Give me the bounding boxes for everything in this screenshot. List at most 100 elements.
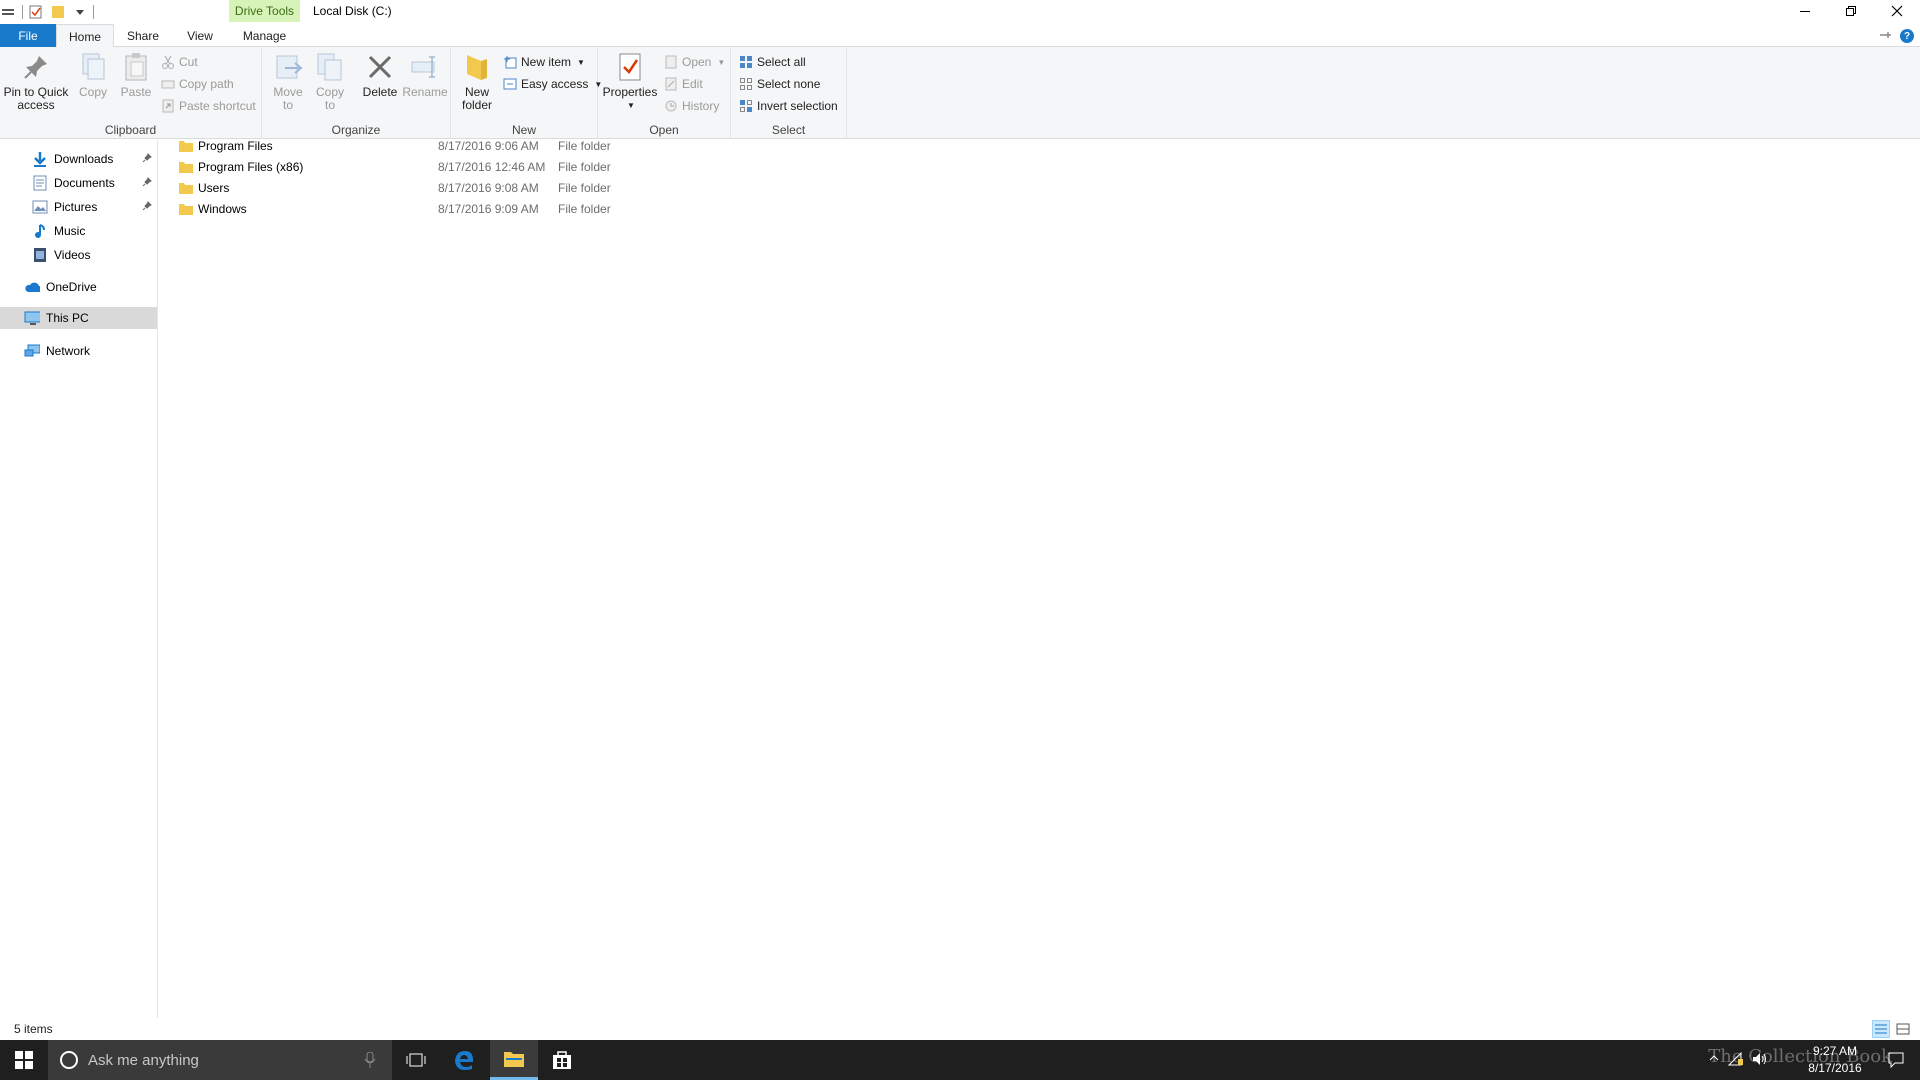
nav-item-this-pc[interactable]: This PC <box>0 307 157 329</box>
cortana-search-box[interactable]: Ask me anything <box>48 1040 392 1080</box>
minimize-ribbon-icon[interactable] <box>1878 28 1892 42</box>
copy-path-icon <box>161 77 175 91</box>
folder-icon <box>179 204 193 215</box>
nav-item-downloads[interactable]: Downloads <box>0 148 157 170</box>
new-folder-icon[interactable] <box>49 3 67 21</box>
pin-icon[interactable] <box>141 176 153 188</box>
action-center-icon[interactable] <box>1888 1052 1904 1071</box>
paste-label: Paste <box>120 85 152 99</box>
customize-toolbar-icon[interactable] <box>71 3 89 21</box>
pin-label: Pin to Quick access <box>3 85 69 112</box>
open-label: Open <box>682 55 712 69</box>
file-type: File folder <box>558 202 611 216</box>
start-button[interactable] <box>0 1040 48 1080</box>
edit-label: Edit <box>682 77 703 91</box>
list-item[interactable]: Windows 8/17/2016 9:09 AM File folder <box>170 199 810 219</box>
nav-label-documents: Documents <box>54 176 115 190</box>
file-date: 8/17/2016 12:46 AM <box>438 160 546 174</box>
open-button[interactable]: Open ▼ <box>664 52 725 72</box>
nav-item-documents[interactable]: Documents <box>0 172 157 194</box>
show-hidden-icons-chevron[interactable] <box>1708 1052 1720 1067</box>
tab-view[interactable]: View <box>175 24 225 47</box>
documents-icon <box>32 175 48 191</box>
task-view-button[interactable] <box>392 1040 440 1080</box>
rename-button[interactable]: Rename <box>402 51 448 99</box>
task-view-icon <box>406 1053 426 1067</box>
nav-item-onedrive[interactable]: OneDrive <box>0 276 157 298</box>
cut-button[interactable]: Cut <box>161 52 198 72</box>
edge-browser-button[interactable] <box>440 1040 488 1080</box>
file-type: File folder <box>558 181 611 195</box>
copy-to-button[interactable]: Copy to <box>312 51 348 112</box>
tab-manage[interactable]: Manage <box>229 24 300 47</box>
copy-button[interactable]: Copy <box>78 51 108 99</box>
properties-button[interactable]: Properties ▼ <box>602 51 658 112</box>
file-type: File folder <box>558 160 611 174</box>
select-all-label: Select all <box>757 55 806 69</box>
new-folder-button[interactable]: New folder <box>457 51 497 112</box>
properties-icon[interactable] <box>27 3 45 21</box>
title-bar: Drive Tools Local Disk (C:) <box>0 0 1920 24</box>
store-taskbar-button[interactable] <box>538 1040 586 1080</box>
minimize-button[interactable] <box>1782 0 1828 22</box>
nav-item-music[interactable]: Music <box>0 220 157 242</box>
item-count: 5 items <box>14 1022 53 1036</box>
file-explorer-icon <box>504 1051 524 1067</box>
paste-shortcut-icon <box>161 99 175 113</box>
help-icon[interactable]: ? <box>1900 29 1914 43</box>
tab-share[interactable]: Share <box>118 24 168 47</box>
close-button[interactable] <box>1874 0 1920 22</box>
store-bag-icon <box>553 1051 571 1069</box>
list-item[interactable]: Users 8/17/2016 9:08 AM File folder <box>170 178 810 198</box>
select-none-button[interactable]: Select none <box>739 74 820 94</box>
paste-shortcut-button[interactable]: Paste shortcut <box>161 96 256 116</box>
delete-button[interactable]: Delete <box>360 51 400 99</box>
file-explorer-taskbar-button[interactable] <box>490 1040 538 1080</box>
copy-path-button[interactable]: Copy path <box>161 74 234 94</box>
list-item[interactable]: Program Files 8/17/2016 9:06 AM File fol… <box>170 136 810 156</box>
cortana-icon <box>60 1051 78 1069</box>
select-all-button[interactable]: Select all <box>739 52 806 72</box>
nav-label-downloads: Downloads <box>54 152 114 166</box>
tab-file[interactable]: File <box>0 24 56 47</box>
clipboard-group-label: Clipboard <box>104 123 157 137</box>
new-item-button[interactable]: New item ▼ <box>503 52 585 72</box>
microphone-icon[interactable] <box>364 1052 376 1068</box>
nav-label-music: Music <box>54 224 86 238</box>
file-type: File folder <box>558 139 611 153</box>
computer-icon <box>24 310 40 326</box>
nav-item-pictures[interactable]: Pictures <box>0 196 157 218</box>
restore-button[interactable] <box>1828 0 1874 22</box>
status-bar: 5 items <box>0 1018 1920 1040</box>
new-group-label: New <box>511 123 536 137</box>
list-item[interactable]: Program Files (x86) 8/17/2016 12:46 AM F… <box>170 157 810 177</box>
easy-access-button[interactable]: Easy access ▼ <box>503 74 602 94</box>
tab-home[interactable]: Home <box>56 24 114 48</box>
large-icons-view-button[interactable] <box>1894 1020 1912 1038</box>
new-folder-label: New folder <box>461 85 493 112</box>
history-button[interactable]: History <box>664 96 719 116</box>
window-menu-icon[interactable] <box>0 3 18 21</box>
pin-icon[interactable] <box>141 200 153 212</box>
network-tray-icon[interactable] <box>1727 1051 1744 1069</box>
nav-item-network[interactable]: Network <box>0 340 157 362</box>
nav-item-videos[interactable]: Videos <box>0 244 157 266</box>
navigation-pane: Downloads Documents Pictures Music Video… <box>0 140 158 1018</box>
history-label: History <box>682 99 720 113</box>
easy-access-icon <box>503 77 517 91</box>
new-item-label: New item <box>521 55 572 69</box>
pin-quick-access-button[interactable]: Pin to Quick access <box>3 51 69 112</box>
select-group-label: Select <box>771 123 806 137</box>
paste-button[interactable]: Paste <box>120 51 152 99</box>
toolbar-divider <box>93 5 94 19</box>
volume-icon[interactable] <box>1752 1052 1768 1069</box>
move-to-button[interactable]: Move to <box>270 51 306 112</box>
details-view-button[interactable] <box>1872 1020 1890 1038</box>
rename-icon <box>409 51 441 83</box>
pin-icon[interactable] <box>141 152 153 164</box>
nav-label-this-pc: This PC <box>46 311 89 325</box>
edit-button[interactable]: Edit <box>664 74 703 94</box>
invert-selection-button[interactable]: Invert selection <box>739 96 838 116</box>
taskbar-clock[interactable]: 9:27 AM 8/17/2016 <box>1800 1043 1870 1077</box>
properties-label: Properties <box>602 85 658 99</box>
